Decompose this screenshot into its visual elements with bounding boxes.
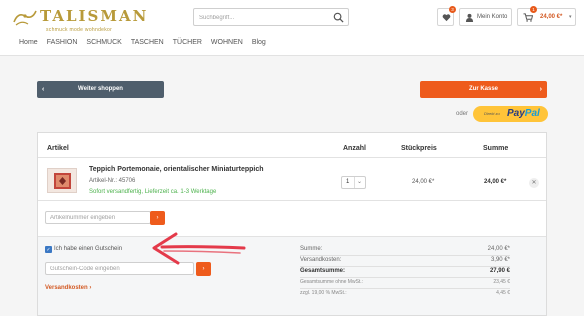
quantity-select[interactable]: 1 ⌄ [341,176,366,189]
chevron-right-icon: › [156,215,159,221]
quantity-value: 1 [346,179,350,185]
divider [300,255,510,256]
product-name[interactable]: Teppich Portemonaie, orientalischer Mini… [89,166,264,173]
paypal-logo: PayPal [507,108,540,119]
continue-shopping-button[interactable]: ‹ Weiter shoppen [37,81,164,98]
article-number-input[interactable] [50,214,149,222]
user-icon [465,13,474,22]
header-sum: Summe [483,145,509,152]
chevron-down-icon: ⌄ [357,179,363,185]
product-number: Artikel-Nr.: 45706 [89,178,136,184]
nav-schmuck[interactable]: SCHMUCK [86,39,121,49]
checkout-button[interactable]: Zur Kasse › [420,81,547,98]
logo-tagline: schmuck mode wohndekor [46,27,113,33]
shipping-costs-link[interactable]: Versandkosten › [45,285,91,291]
cart-count-badge: 1 [530,6,537,13]
site-header: TALISMAN schmuck mode wohndekor 3 Mein K… [0,0,584,56]
header-qty: Anzahl [343,145,366,152]
cart-button[interactable]: 1 24,00 €* ▾ [517,6,576,26]
chevron-down-icon: ▾ [569,14,572,20]
cart-total: 24,00 €* [540,14,563,20]
voucher-checkbox[interactable]: ✓ [45,246,52,253]
divider [354,177,355,188]
nav-home[interactable]: Home [19,39,38,49]
paypal-express-button[interactable]: Direkt zu PayPal [473,106,548,122]
divider [300,266,510,267]
unit-price: 24,00 €* [412,179,435,185]
summary-shipping: Versandkosten: 3,90 €* [300,257,510,263]
product-image [54,173,71,189]
cart-icon [523,13,533,22]
nav-fashion[interactable]: FASHION [47,39,78,49]
delivery-status: Sofort versandfertig, Lieferzeit ca. 1-3… [89,189,217,195]
summary-total: Gesamtsumme: 27,90 € [300,268,510,274]
heart-icon [442,14,451,22]
nav-tuecher[interactable]: TÜCHER [173,39,202,49]
divider [38,157,546,158]
divider [300,288,510,289]
divider [38,236,546,237]
line-total: 24,00 €* [484,179,507,185]
nav-blog[interactable]: Blog [252,39,266,49]
chevron-left-icon: ‹ [42,86,45,93]
article-number-field [45,211,151,224]
wishlist-button[interactable]: 3 [437,6,456,26]
search-box [193,8,349,26]
continue-shopping-label: Weiter shoppen [78,86,123,92]
chevron-right-icon: › [539,86,542,93]
divider [38,200,546,201]
nav-wohnen[interactable]: WOHNEN [211,39,243,49]
or-label: oder [456,111,469,117]
main-nav: Home FASHION SCHMUCK TASCHEN TÜCHER WOHN… [19,39,275,49]
product-thumbnail[interactable] [47,168,77,193]
summary-subtotal: Summe: 24,00 €* [300,246,510,252]
divider [300,277,510,278]
search-icon[interactable] [333,12,344,23]
search-input[interactable] [199,12,329,23]
add-article-button[interactable]: › [150,211,165,225]
header-article: Artikel [47,145,69,152]
summary-tax: zzgl. 19,00 % MwSt.: 4,45 € [300,290,510,296]
account-label: Mein Konto [477,14,508,20]
logo-text: TALISMAN [40,7,149,25]
account-button[interactable]: Mein Konto [459,8,512,26]
voucher-checkbox-label[interactable]: Ich habe einen Gutschein [54,246,122,252]
summary-net-total: Gesamtsumme ohne MwSt.: 23,45 € [300,279,510,285]
paypal-prefix: Direkt zu [484,111,500,116]
header-unit-price: Stückpreis [401,145,437,152]
annotation-arrow-icon [152,232,246,265]
nav-taschen[interactable]: TASCHEN [131,39,164,49]
remove-item-icon[interactable]: ✕ [529,178,539,188]
checkout-label: Zur Kasse [468,86,498,92]
logo[interactable]: TALISMAN schmuck mode wohndekor [12,6,152,34]
logo-ornament-icon [13,10,37,26]
wishlist-count-badge: 3 [449,6,456,13]
